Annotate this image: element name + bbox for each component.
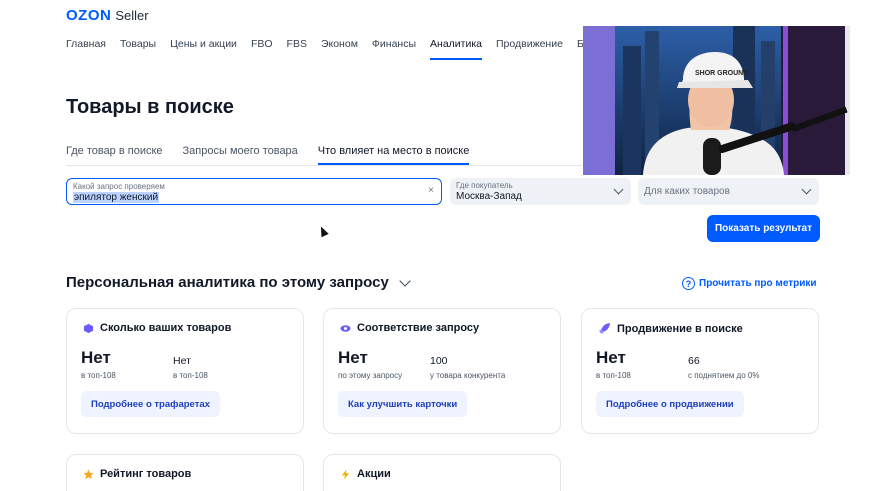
products-select[interactable]: Для каких товаров <box>638 178 819 205</box>
logo-brand: OZON <box>66 7 112 24</box>
subtab-what-affects-position[interactable]: Что влияет на место в поиске <box>317 145 470 165</box>
card-title: Сколько ваших товаров <box>83 322 231 334</box>
promotion-details-button[interactable]: Подробнее о продвижении <box>596 391 744 417</box>
card-title-text: Сколько ваших товаров <box>100 322 232 334</box>
cube-icon <box>83 323 94 333</box>
nav-item-fbs[interactable]: FBS <box>287 38 307 60</box>
webcam-image: SHOR GROUND <box>583 26 850 175</box>
main-value: Нет <box>596 348 626 367</box>
card-title: Соответствие запросу <box>340 322 479 334</box>
second-value: Нет <box>173 355 191 367</box>
card-title: Продвижение в поиске <box>598 322 743 335</box>
nav-item-home[interactable]: Главная <box>66 38 106 60</box>
card-search-promotion: Продвижение в поиске Нет в топ-108 66 с … <box>581 308 819 434</box>
main-caption: в топ-108 <box>596 371 631 380</box>
subtab-where-in-search[interactable]: Где товар в поиске <box>66 145 163 165</box>
second-value: 66 <box>688 355 700 367</box>
read-metrics-link[interactable]: ? Прочитать про метрики <box>682 277 817 290</box>
nav-item-products[interactable]: Товары <box>120 38 156 60</box>
lightning-icon <box>341 468 350 480</box>
card-products-count: Сколько ваших товаров Нет в топ-108 Нет … <box>66 308 304 434</box>
buyer-region-select[interactable]: Где покупатель Москва-Запад <box>450 178 631 205</box>
second-value: 100 <box>430 355 448 367</box>
chevron-down-icon[interactable] <box>399 274 411 287</box>
nav-item-finance[interactable]: Финансы <box>372 38 416 60</box>
subtab-my-queries[interactable]: Запросы моего товара <box>183 145 298 165</box>
rocket-icon <box>599 323 610 334</box>
buyer-region-value: Москва-Запад <box>456 191 522 202</box>
chevron-down-icon <box>613 184 624 195</box>
nav-item-fbo[interactable]: FBO <box>251 38 273 60</box>
card-title: Акции <box>340 468 391 480</box>
webcam-overlay: SHOR GROUND <box>583 26 850 175</box>
nav-item-prices[interactable]: Цены и акции <box>170 38 237 60</box>
eye-icon <box>340 324 351 332</box>
products-placeholder: Для каких товаров <box>644 186 730 197</box>
card-title-text: Соответствие запросу <box>357 322 480 334</box>
second-caption: с поднятием до 0% <box>688 371 760 380</box>
card-title: Рейтинг товаров <box>83 468 191 480</box>
read-metrics-label: Прочитать про метрики <box>699 278 817 289</box>
card-product-rating: Рейтинг товаров <box>66 454 304 491</box>
clear-icon[interactable]: × <box>428 185 434 196</box>
main-value: Нет <box>338 348 368 367</box>
card-title-text: Рейтинг товаров <box>100 468 192 480</box>
card-title-text: Продвижение в поиске <box>617 322 743 335</box>
top-navigation: Главная Товары Цены и акции FBO FBS Экон… <box>66 38 614 60</box>
search-query-value[interactable]: эпилятор женский <box>73 192 160 203</box>
card-title-text: Акции <box>357 468 391 480</box>
chevron-down-icon <box>801 184 812 195</box>
cap-text: SHOR GROUND <box>695 70 748 77</box>
search-query-label: Какой запрос проверяем <box>73 182 165 191</box>
nav-item-analytics[interactable]: Аналитика <box>430 38 482 60</box>
help-icon: ? <box>682 277 695 290</box>
logo-suffix: Seller <box>115 8 149 23</box>
mouse-cursor <box>317 224 329 238</box>
improve-cards-button[interactable]: Как улучшить карточки <box>338 391 468 417</box>
second-caption: в топ-108 <box>173 371 208 380</box>
main-caption: в топ-108 <box>81 371 116 380</box>
main-value: Нет <box>81 348 111 367</box>
search-query-input[interactable]: Какой запрос проверяем эпилятор женский … <box>66 178 442 205</box>
nav-item-economy[interactable]: Эконом <box>321 38 358 60</box>
ozon-seller-logo[interactable]: OZON Seller <box>66 7 149 24</box>
star-icon <box>83 468 94 479</box>
main-caption: по этому запросу <box>338 371 403 380</box>
section-title[interactable]: Персональная аналитика по этому запросу <box>66 274 411 291</box>
card-promotions: Акции <box>323 454 561 491</box>
stencils-details-button[interactable]: Подробнее о трафаретах <box>81 391 220 417</box>
show-result-button[interactable]: Показать результат <box>707 215 820 242</box>
nav-item-promotion[interactable]: Продвижение <box>496 38 563 60</box>
second-caption: у товара конкурента <box>430 371 506 380</box>
subtabs: Где товар в поиске Запросы моего товара … <box>66 145 582 166</box>
page-title: Товары в поиске <box>66 96 234 118</box>
card-query-relevance: Соответствие запросу Нет по этому запрос… <box>323 308 561 434</box>
buyer-region-label: Где покупатель <box>456 181 513 190</box>
section-title-text: Персональная аналитика по этому запросу <box>66 274 389 291</box>
